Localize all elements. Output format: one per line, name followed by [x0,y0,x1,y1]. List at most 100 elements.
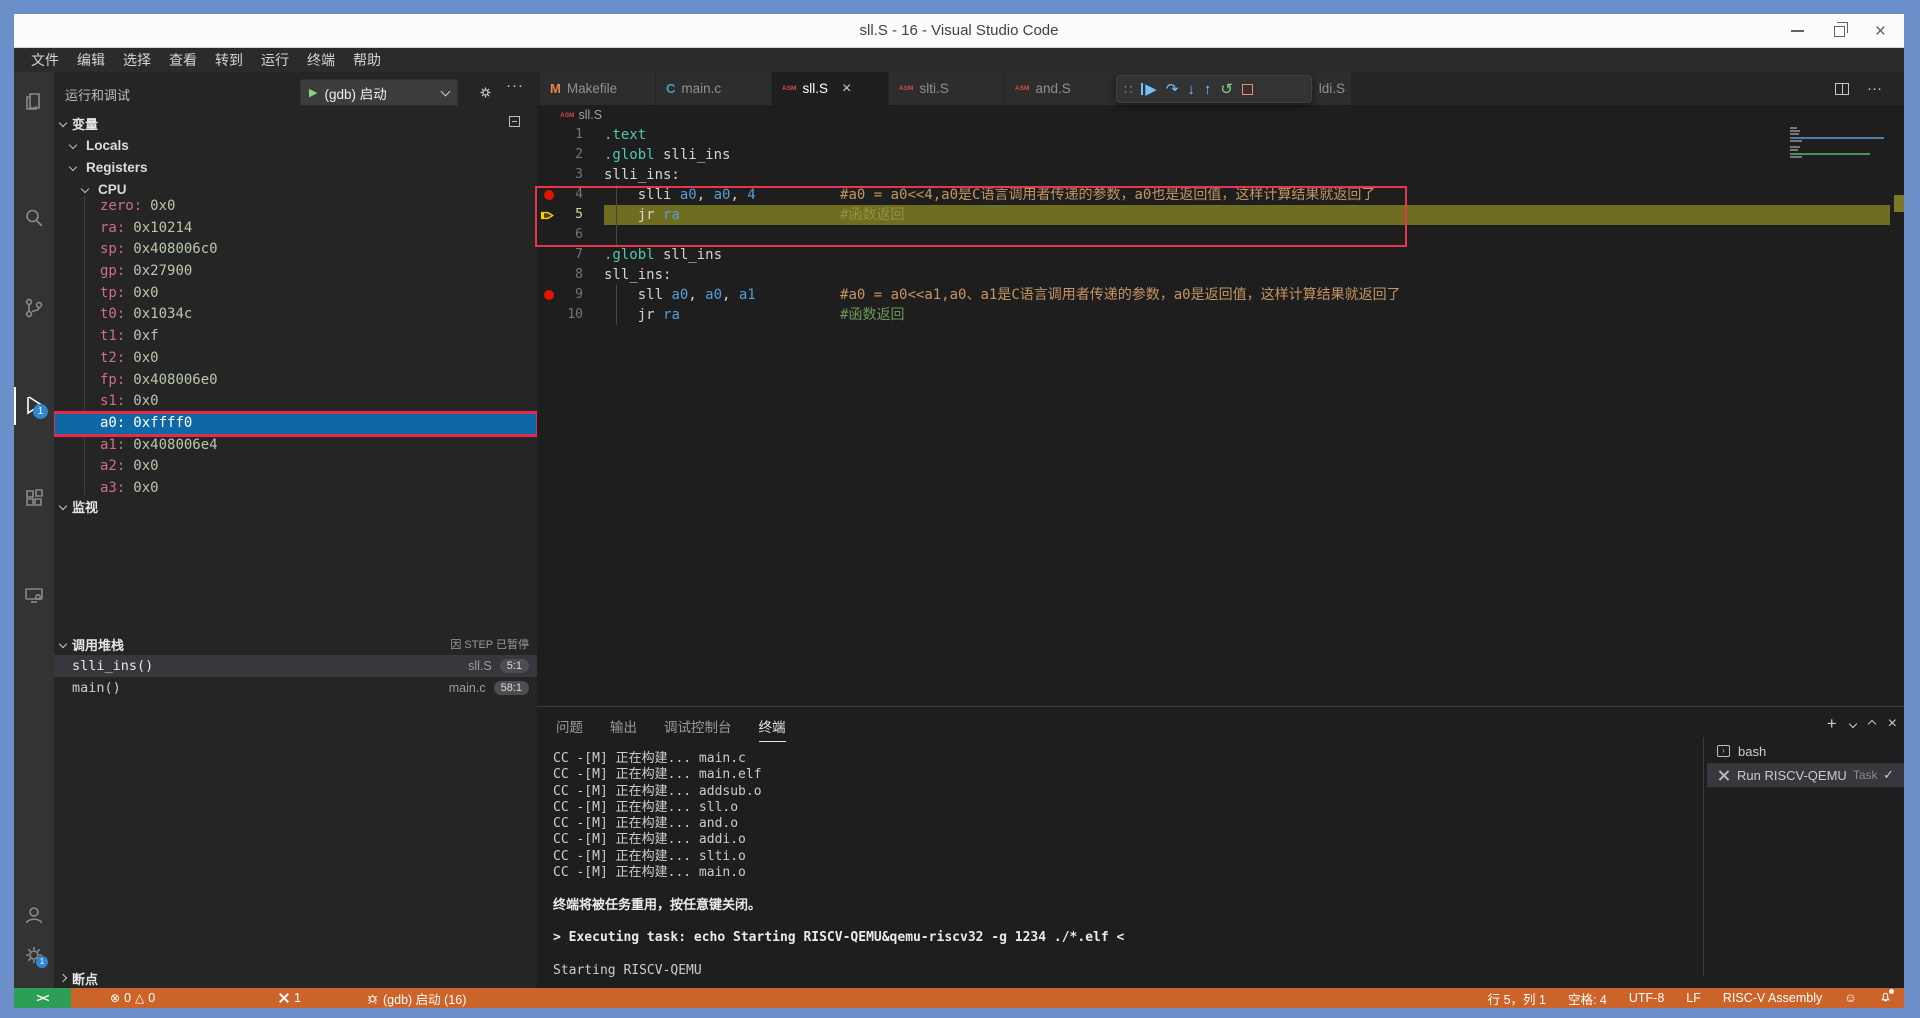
menu-item[interactable]: 选择 [114,50,160,70]
register-row-a0[interactable]: a0: 0xffff0 [54,410,537,437]
register-row-a3[interactable]: a3: 0x0 [54,478,537,495]
collapse-all-icon[interactable] [509,116,520,127]
watch-section-header[interactable]: 监视 [54,495,537,517]
variables-section-header[interactable]: 变量 [54,112,537,134]
split-editor-icon[interactable] [1835,82,1849,95]
gutter[interactable]: 8 [537,265,604,285]
step-out-icon[interactable]: ↑ [1204,82,1212,97]
terminal-dropdown-icon[interactable] [1848,719,1857,729]
drag-handle-icon[interactable]: ∷ [1124,82,1132,97]
code-line-4[interactable]: 4 slli a0, a0, 4 #a0 = a0<<4,a0是C语言调用者传递… [537,185,1890,205]
register-row-fp[interactable]: fp: 0x408006e0 [54,370,537,392]
code-line-7[interactable]: 7 .globl sll_ins [537,245,1890,265]
editor-tab-main.c[interactable]: Cmain.c [656,72,772,105]
panel-tab-调试控制台[interactable]: 调试控制台 [664,716,732,742]
terminal-output[interactable]: CC -[M] 正在构建... main.c CC -[M] 正在构建... ma… [553,751,1694,979]
restart-icon[interactable]: ↺ [1220,82,1233,97]
editor-tab-and.S[interactable]: ASM and.S [1005,72,1120,105]
close-icon[interactable]: × [1875,22,1886,41]
code-line-8[interactable]: 8 sll_ins: [537,265,1890,285]
notifications-bell-icon[interactable] [1879,989,1894,1006]
restore-icon[interactable] [1833,21,1848,37]
menu-item[interactable]: 文件 [22,50,68,70]
debug-session-status[interactable]: (gdb) 启动 (16) [366,988,466,1008]
terminal-list-item-bash[interactable]: › bash [1707,739,1904,763]
register-row-zero[interactable]: zero: 0x0 [54,196,537,218]
breakpoints-section-header[interactable]: 断点 [54,967,537,988]
menu-item[interactable]: 编辑 [68,50,114,70]
call-stack-section-header[interactable]: 调用堆栈 因 STEP 已暂停 [54,633,537,655]
eol-sequence[interactable]: LF [1686,991,1701,1005]
debug-settings-gear-icon[interactable] [478,85,493,105]
register-row-t0[interactable]: t0: 0x1034c [54,304,537,326]
gutter[interactable]: 7 [537,245,604,265]
close-icon[interactable]: × [842,80,851,98]
step-over-icon[interactable]: ↷ [1166,82,1179,97]
code-line-10[interactable]: 10 jr ra #函数返回 [537,305,1890,325]
register-row-gp[interactable]: gp: 0x27900 [54,261,537,283]
minimize-icon[interactable] [1790,30,1804,32]
more-actions-icon[interactable]: ··· [506,77,524,94]
encoding[interactable]: UTF-8 [1629,991,1664,1005]
stack-frame[interactable]: slli_ins() sll.S 5:1 [54,655,537,677]
register-row-t1[interactable]: t1: 0xf [54,326,537,348]
language-mode[interactable]: RISC-V Assembly [1723,991,1822,1005]
gutter[interactable]: 9 [537,285,604,305]
problems-status[interactable]: ⊗ 0 △ 0 [110,988,155,1008]
breadcrumb[interactable]: ASM sll.S [537,105,602,125]
menu-item[interactable]: 终端 [298,50,344,70]
tree-item-registers[interactable]: Registers [54,156,537,178]
code-line-1[interactable]: 1 .text [537,125,1890,145]
close-panel-icon[interactable]: × [1888,715,1897,733]
start-debug-icon[interactable]: ▶ [309,86,317,99]
terminal-list-item-task[interactable]: Run RISCV-QEMU Task ✓ [1707,763,1904,787]
code-line-6[interactable]: 6 [537,225,1890,245]
register-row-sp[interactable]: sp: 0x408006c0 [54,239,537,261]
search-icon[interactable] [22,206,46,230]
register-row-s1[interactable]: s1: 0x0 [54,391,537,413]
editor-tab-slti.S[interactable]: ASM slti.S [889,72,1005,105]
editor-more-actions-icon[interactable]: ··· [1867,80,1882,97]
stack-frame[interactable]: main() main.c 58:1 [54,677,537,699]
register-row-a1[interactable]: a1: 0x408006e4 [54,435,537,457]
launch-config-dropdown[interactable]: ▶ (gdb) 启动 [300,79,458,106]
step-into-icon[interactable]: ↓ [1187,82,1195,97]
panel-tab-输出[interactable]: 输出 [610,716,637,742]
indentation[interactable]: 空格: 4 [1568,989,1607,1008]
remote-indicator[interactable]: >< [14,988,71,1008]
remote-explorer-icon[interactable] [22,583,46,607]
running-tasks-status[interactable]: 1 [278,988,301,1008]
register-row-a2[interactable]: a2: 0x0 [54,456,537,478]
tree-item-locals[interactable]: Locals [54,134,537,156]
code-line-9[interactable]: 9 sll a0, a0, a1 #a0 = a0<<a1,a0、a1是C语言调… [537,285,1890,305]
gutter[interactable]: 4 [537,185,604,205]
maximize-panel-icon[interactable] [1867,719,1876,729]
source-control-icon[interactable] [22,296,46,320]
menu-item[interactable]: 转到 [206,50,252,70]
gutter[interactable]: 1 [537,125,604,145]
stop-icon[interactable] [1241,83,1253,95]
panel-tab-问题[interactable]: 问题 [556,716,583,742]
new-terminal-icon[interactable]: + [1827,714,1837,734]
gutter[interactable]: 3 [537,165,604,185]
register-row-t2[interactable]: t2: 0x0 [54,348,537,370]
code-line-3[interactable]: 3 slli_ins: [537,165,1890,185]
panel-tab-终端[interactable]: 终端 [758,716,786,742]
menu-item[interactable]: 运行 [252,50,298,70]
editor-tab-Makefile[interactable]: M Makefile [540,72,656,105]
explorer-icon[interactable] [22,89,46,113]
gutter[interactable]: 5 [537,205,604,225]
code-line-2[interactable]: 2 .globl slli_ins [537,145,1890,165]
menu-item[interactable]: 查看 [160,50,206,70]
feedback-smiley-icon[interactable]: ☺ [1844,991,1857,1005]
continue-icon[interactable]: ▶ [1141,82,1157,97]
cursor-position[interactable]: 行 5，列 1 [1488,989,1546,1008]
gutter[interactable]: 6 [537,225,604,245]
code-line-5[interactable]: 5 jr ra #函数返回 [537,205,1890,225]
register-row-tp[interactable]: tp: 0x0 [54,283,537,305]
editor-tab-sll.S[interactable]: ASM sll.S × [772,72,889,105]
menu-item[interactable]: 帮助 [344,50,390,70]
account-icon[interactable] [22,903,46,927]
gutter[interactable]: 10 [537,305,604,325]
minimap[interactable] [1790,127,1892,167]
